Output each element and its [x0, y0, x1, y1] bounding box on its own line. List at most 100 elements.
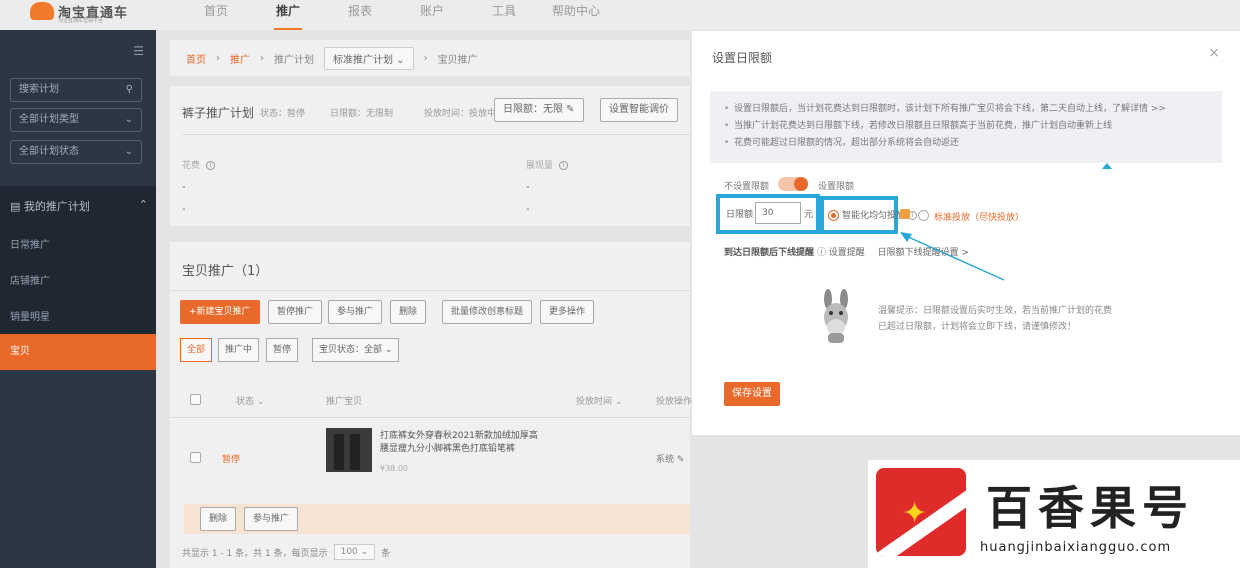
plan-status: 状态：暂停	[260, 109, 306, 119]
logo-icon	[30, 2, 54, 20]
plan-type-select[interactable]: 全部计划类型 ⌄	[10, 108, 142, 132]
row-status: 暂停	[222, 455, 241, 465]
plan-type-value: 全部计划类型	[19, 114, 79, 125]
amount-input[interactable]	[755, 202, 801, 224]
status-filter-select[interactable]: 宝贝状态：全部 ⌄	[312, 338, 400, 362]
toggle-off-label: 不设置限额	[724, 182, 770, 192]
plan-select[interactable]: 标准推广计划 ⌄	[324, 46, 414, 70]
smart-bid-button[interactable]: 设置智能调价	[600, 98, 678, 122]
star-icon: ✦	[902, 496, 928, 531]
table-header: 状态 ⌄ 推广宝贝 投放时间 ⌄ 投放操作	[170, 382, 692, 418]
sidebar-item-shop[interactable]: 店铺推广	[10, 272, 50, 287]
plan-card: 裤子推广计划 状态：暂停 日限额：无限制 投放时间：投放中 日限额：无限 ✎ 设…	[170, 86, 690, 226]
plan-group-title[interactable]: ▤ 我的推广计划	[10, 198, 90, 214]
list-title: 宝贝推广（1）	[182, 264, 269, 279]
reminder-link[interactable]: 日限额下线提醒设置 >	[878, 248, 969, 258]
plan-group-label: 我的推广计划	[23, 200, 90, 213]
nav-reports[interactable]: 报表	[324, 0, 396, 30]
radio-smooth-text: 智能化均匀投放	[842, 211, 906, 221]
page-size-select[interactable]: 100 ⌄	[333, 544, 376, 560]
batch-footer: 删除 参与推广	[184, 504, 690, 534]
radio-standard[interactable]	[918, 210, 929, 221]
nav-tools[interactable]: 工具	[468, 0, 540, 30]
breadcrumb-promo[interactable]: 推广	[230, 51, 250, 66]
filter-paused[interactable]: 暂停	[266, 338, 299, 362]
more-actions-button[interactable]: 更多操作	[540, 300, 595, 324]
chevron-up-icon[interactable]: ⌃	[139, 198, 148, 211]
batch-edit-button[interactable]: 批量修改创意标题	[442, 300, 533, 324]
stat-value: -	[182, 182, 186, 193]
nav-account[interactable]: 账户	[396, 0, 468, 30]
resume-promo-button[interactable]: 参与推广	[328, 300, 383, 324]
nav-home[interactable]: 首页	[180, 0, 252, 30]
reminder-setting[interactable]: ⓘ 设置提醒	[817, 248, 865, 258]
notice-item: 设置日限额后，当计划花费达到日限额时，该计划下所有推广宝贝将会下线，第二天自动上…	[724, 101, 1208, 118]
dialog-title: 设置日限额	[712, 51, 773, 65]
breadcrumb-sep: ›	[216, 52, 220, 64]
column-time-label: 投放时间	[576, 397, 613, 407]
offline-reminder: 到达日限额后下线提醒 ⓘ 设置提醒 日限额下线提醒设置 >	[724, 245, 969, 258]
search-icon[interactable]: ⚲	[126, 79, 133, 101]
tip-text: 温馨提示：日限额设置后实时生效，若当前推广计划的花费已超过日限额，计划将会立即下…	[878, 306, 1113, 332]
row-schedule[interactable]: 系统 ✎	[656, 452, 684, 465]
stat-value: -	[182, 204, 186, 215]
row-checkbox[interactable]	[190, 452, 201, 463]
budget-dialog: 设置日限额 × 设置日限额后，当计划花费达到日限额时，该计划下所有推广宝贝将会下…	[692, 31, 1240, 435]
column-status[interactable]: 状态 ⌄	[236, 394, 264, 407]
sidebar: ☰ 搜索计划 ⚲ 全部计划类型 ⌄ 全部计划状态 ⌄ ▤ 我的推广计划 ⌃ 日常…	[0, 30, 156, 568]
toggle-knob	[794, 177, 808, 191]
budget-toggle[interactable]	[778, 177, 808, 191]
reminder-setting-text: 设置提醒	[828, 248, 865, 258]
column-time[interactable]: 投放时间 ⌄	[576, 394, 622, 407]
nav-help[interactable]: 帮助中心	[540, 0, 612, 30]
filter-all[interactable]: 全部	[180, 338, 213, 362]
filter-running[interactable]: 推广中	[218, 338, 260, 362]
footer-resume-button[interactable]: 参与推广	[244, 507, 299, 531]
product-list-card: 宝贝推广（1） +新建宝贝推广 暂停推广 参与推广 删除 批量修改创意标题 更多…	[170, 242, 692, 568]
notice-pointer	[1102, 163, 1112, 169]
new-promo-button[interactable]: +新建宝贝推广	[180, 300, 260, 324]
chevron-down-icon: ⌄	[124, 114, 133, 125]
new-badge-icon	[900, 209, 910, 219]
app-subtitle: 淘宝直通车营销平台	[58, 18, 104, 24]
stat-value: -	[526, 204, 530, 215]
sidebar-item-star[interactable]: 销量明星	[10, 308, 50, 323]
divider	[170, 290, 690, 291]
plan-schedule-meta: 投放时间：投放中	[424, 109, 497, 119]
radio-smooth[interactable]	[828, 210, 839, 221]
budget-button[interactable]: 日限额：无限 ✎	[494, 98, 584, 122]
product-price: ¥38.00	[380, 464, 408, 473]
plan-status-value: 全部计划状态	[19, 146, 79, 157]
pager-unit: 条	[381, 548, 391, 559]
delete-button[interactable]: 删除	[390, 300, 427, 324]
radio-standard-label: 标准投放（尽快投放）	[934, 213, 1025, 223]
product-title[interactable]: 打底裤女外穿春秋2021新款加绒加厚高腰显瘦九分小脚裤黑色打底铅笔裤	[380, 430, 540, 456]
save-settings-button[interactable]: 保存设置	[724, 382, 780, 406]
nav-promo[interactable]: 推广	[252, 0, 324, 30]
amount-label: 日限额	[726, 210, 754, 220]
breadcrumb: 首页 › 推广 › 推广计划 标准推广计划 ⌄ › 宝贝推广	[170, 40, 690, 76]
info-icon[interactable]: i	[205, 161, 215, 170]
select-all-checkbox[interactable]	[190, 394, 201, 405]
stat-cost-label: 花费 i	[182, 158, 215, 171]
plan-budget-meta: 日限额：无限制	[330, 109, 394, 119]
sidebar-item-product[interactable]: 宝贝	[0, 334, 156, 370]
menu-collapse-icon[interactable]: ☰	[133, 44, 144, 58]
breadcrumb-home[interactable]: 首页	[186, 51, 206, 66]
stat-value: -	[526, 182, 530, 193]
status-filter-value: 宝贝状态：全部	[319, 345, 383, 355]
plan-select-value: 标准推广计划	[333, 54, 393, 66]
footer-delete-button[interactable]: 删除	[200, 507, 237, 531]
product-thumbnail[interactable]	[326, 428, 372, 472]
watermark-url: huangjinbaixiangguo.com	[980, 540, 1172, 555]
breadcrumb-sep: ›	[260, 52, 264, 64]
breadcrumb-plan[interactable]: 推广计划	[274, 51, 314, 66]
plan-search-input[interactable]: 搜索计划 ⚲	[10, 78, 142, 102]
info-icon[interactable]: i	[558, 161, 568, 170]
pause-promo-button[interactable]: 暂停推广	[268, 300, 323, 324]
divider	[182, 134, 690, 135]
close-icon[interactable]: ×	[1208, 45, 1220, 61]
plan-status-select[interactable]: 全部计划状态 ⌄	[10, 140, 142, 164]
donkey-mascot-icon	[824, 289, 848, 343]
sidebar-item-daily[interactable]: 日常推广	[10, 236, 50, 251]
